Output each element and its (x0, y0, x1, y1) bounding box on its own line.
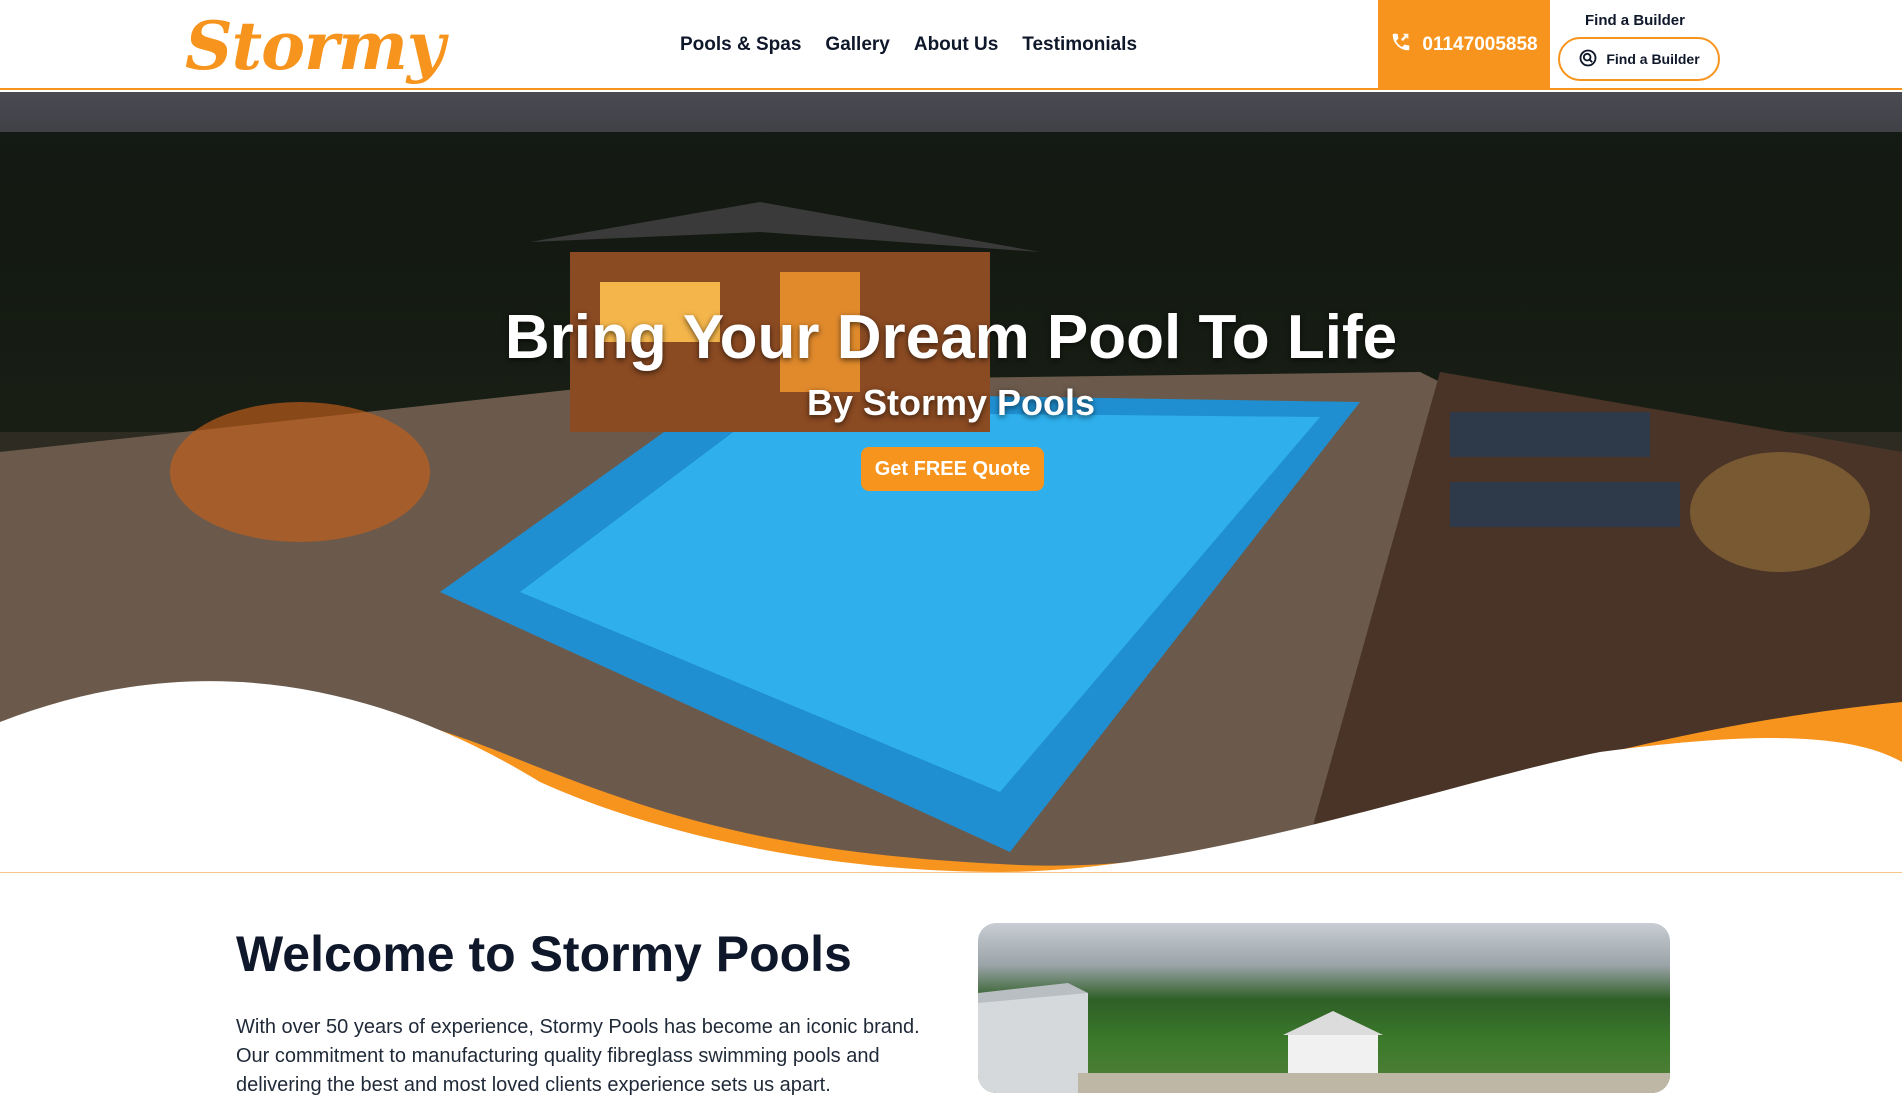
welcome-text: With over 50 years of experience, Stormy… (236, 1016, 920, 1096)
find-builder-button[interactable]: Find a Builder (1558, 37, 1720, 81)
site-header: Stormy Pools & Spas Gallery About Us Tes… (0, 0, 1902, 90)
phone-number: 01147005858 (1422, 34, 1538, 55)
nav-testimonials[interactable]: Testimonials (1022, 34, 1137, 56)
hero-wave-divider (0, 681, 1902, 872)
brand-logo[interactable]: Stormy (185, 6, 445, 86)
search-icon (1578, 48, 1598, 71)
welcome-image (978, 923, 1670, 1093)
nav-about-us[interactable]: About Us (914, 34, 998, 56)
phone-icon (1390, 31, 1412, 59)
nav-gallery[interactable]: Gallery (825, 34, 889, 56)
nav-pools-spas[interactable]: Pools & Spas (680, 34, 801, 56)
main-nav: Pools & Spas Gallery About Us Testimonia… (680, 0, 1137, 90)
phone-button[interactable]: 01147005858 (1378, 0, 1550, 90)
find-builder-label: Find a Builder (1584, 12, 1685, 29)
section-divider (0, 872, 1902, 873)
welcome-title: Welcome to Stormy Pools (236, 926, 852, 982)
find-builder-button-label: Find a Builder (1606, 51, 1700, 67)
hero-section: Bring Your Dream Pool To Life By Stormy … (0, 92, 1902, 872)
